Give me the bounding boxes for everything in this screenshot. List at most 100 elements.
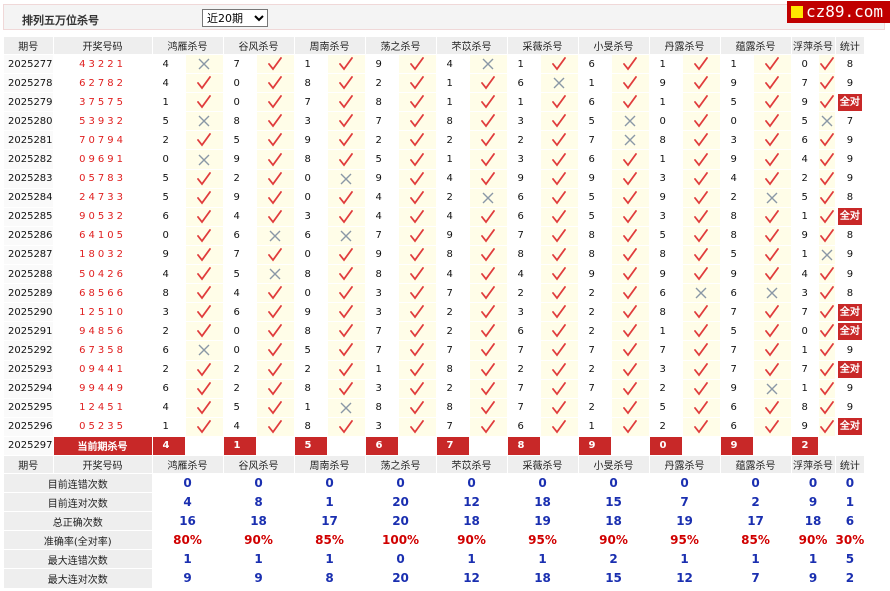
check-icon — [184, 302, 224, 323]
check-icon — [255, 321, 295, 342]
all-correct-badge: 全对 — [837, 418, 862, 436]
column-header: 开奖号码 — [52, 36, 153, 55]
summary-value: 7 — [648, 492, 721, 513]
summary-value: 16 — [151, 511, 224, 532]
kill-number-cell: 7 — [648, 340, 683, 361]
kill-number-cell: 6 — [506, 187, 541, 208]
kill-number-cell: 9 — [719, 73, 754, 94]
check-icon — [539, 244, 579, 266]
period-cell: 2025277 — [3, 53, 54, 75]
kill-number-cell: 5 — [719, 321, 754, 342]
kill-number-cell: 9 — [151, 244, 186, 266]
kill-number-cell: 6 — [506, 73, 541, 94]
table-row: 2025294 99449 6 2 8 3 2 7 7 2 9 1 9 — [3, 378, 866, 399]
cross-icon — [326, 225, 366, 246]
current-kill-number: 7 — [435, 435, 470, 456]
column-header: 浮萍杀号 — [790, 36, 836, 55]
kill-number-cell: 3 — [506, 111, 541, 132]
column-header: 谷风杀号 — [222, 36, 295, 55]
summary-value: 0 — [790, 472, 836, 494]
column-header: 周南杀号 — [293, 36, 366, 55]
kill-number-cell: 1 — [151, 416, 186, 437]
table-row: 2025287 18032 9 7 0 9 8 8 8 8 5 1 9 — [3, 244, 866, 266]
kill-number-cell: 6 — [222, 225, 257, 246]
summary-value: 20 — [364, 568, 437, 589]
kill-number-cell: 5 — [222, 264, 257, 285]
current-kill-label: 当前期杀号 — [52, 435, 153, 456]
draw-code-cell: 43221 — [52, 53, 153, 75]
kill-number-cell: 7 — [435, 283, 470, 304]
summary-value: 90% — [435, 530, 508, 551]
check-icon — [184, 359, 224, 380]
period-cell: 2025287 — [3, 244, 54, 266]
kill-number-cell: 2 — [506, 283, 541, 304]
summary-value: 18 — [222, 511, 295, 532]
check-icon — [539, 225, 579, 246]
kill-number-cell: 8 — [648, 130, 683, 151]
kill-number-cell: 4 — [719, 168, 754, 189]
kill-number-cell: 4 — [790, 149, 819, 170]
kill-number-cell: 8 — [222, 111, 257, 132]
kill-number-cell: 1 — [435, 92, 470, 113]
check-icon — [681, 359, 721, 380]
check-icon — [817, 53, 836, 75]
summary-value: 1 — [834, 492, 866, 513]
check-icon — [752, 416, 792, 437]
summary-value: 85% — [719, 530, 792, 551]
period-range-select[interactable]: 近20期 — [202, 9, 268, 27]
column-header: 荡之杀号 — [364, 36, 437, 55]
check-icon — [539, 416, 579, 437]
summary-value: 15 — [577, 492, 650, 513]
check-icon — [610, 53, 650, 75]
title-bar: 排列五万位杀号 近20期 — [3, 4, 885, 30]
check-icon — [539, 53, 579, 75]
summary-value: 1 — [506, 549, 579, 570]
check-icon — [255, 283, 295, 304]
kill-number-cell: 2 — [577, 359, 612, 380]
kill-number-cell: 7 — [222, 53, 257, 75]
check-icon — [184, 321, 224, 342]
summary-value: 12 — [435, 568, 508, 589]
kill-number-cell: 2 — [435, 302, 470, 323]
table-row: 2025289 68566 8 4 0 3 7 2 2 6 6 3 8 — [3, 283, 866, 304]
summary-value: 0 — [577, 472, 650, 494]
draw-code-cell: 05783 — [52, 168, 153, 189]
kill-number-cell: 5 — [151, 111, 186, 132]
summary-label: 最大连错次数 — [3, 549, 153, 570]
kill-number-table: 期号 开奖号码 鸿雁杀号 谷风杀号 周南杀号 荡之杀号 芣苡杀号 采薇杀号 小旻杀号 丹露杀号 蕴露… — [3, 36, 866, 589]
kill-number-cell: 9 — [364, 168, 399, 189]
summary-value: 20 — [364, 492, 437, 513]
check-icon — [817, 264, 836, 285]
check-icon — [255, 187, 295, 208]
check-icon — [610, 244, 650, 266]
kill-number-cell: 2 — [648, 378, 683, 399]
summary-value: 15 — [577, 568, 650, 589]
site-logo[interactable]: cz89.com — [787, 1, 890, 23]
current-kill-number: 1 — [222, 435, 257, 456]
check-icon — [326, 187, 366, 208]
check-icon — [326, 130, 366, 151]
summary-value: 18 — [790, 511, 836, 532]
cross-icon — [752, 187, 792, 208]
check-icon — [539, 321, 579, 342]
stat-cell: 8 — [834, 53, 866, 75]
kill-number-cell: 2 — [790, 168, 819, 189]
cross-icon — [610, 130, 650, 151]
kill-number-cell: 5 — [648, 397, 683, 418]
check-icon — [681, 53, 721, 75]
kill-number-cell: 6 — [506, 206, 541, 227]
kill-number-cell: 3 — [364, 302, 399, 323]
summary-value: 90% — [790, 530, 836, 551]
kill-number-cell: 5 — [790, 111, 819, 132]
summary-value: 80% — [151, 530, 224, 551]
kill-number-cell: 1 — [577, 73, 612, 94]
summary-value: 1 — [151, 549, 224, 570]
kill-number-cell: 7 — [719, 359, 754, 380]
kill-number-cell: 2 — [151, 359, 186, 380]
check-icon — [184, 168, 224, 189]
check-icon — [326, 283, 366, 304]
check-icon — [752, 302, 792, 323]
kill-number-cell: 4 — [151, 397, 186, 418]
kill-number-cell: 4 — [364, 206, 399, 227]
check-icon — [681, 244, 721, 266]
